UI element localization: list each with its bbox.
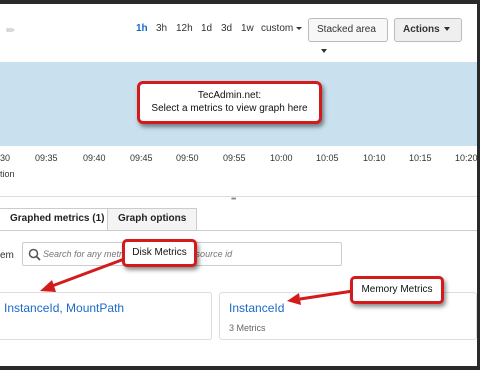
- time-axis: 30 09:35 09:40 09:45 09:50 09:55 10:00 1…: [0, 153, 478, 167]
- range-3h[interactable]: 3h: [156, 23, 167, 34]
- search-icon: [28, 248, 41, 261]
- time-tick: 09:50: [176, 153, 199, 163]
- actions-label: Actions: [403, 24, 440, 35]
- time-tick: 10:15: [409, 153, 432, 163]
- annotation-callout-memory: Memory Metrics: [350, 276, 444, 304]
- range-12h[interactable]: 12h: [176, 23, 193, 34]
- graph-type-dropdown[interactable]: Stacked area: [308, 18, 388, 54]
- window-frame-bottom: [0, 366, 480, 370]
- time-tick: 09:35: [35, 153, 58, 163]
- annotation-line-2: Select a metrics to view graph here: [151, 103, 308, 114]
- range-custom-label: custom: [261, 23, 294, 34]
- time-tick: 10:20: [455, 153, 478, 163]
- time-tick: 30: [0, 153, 11, 163]
- annotation-callout-disk: Disk Metrics: [122, 239, 197, 267]
- range-custom[interactable]: custom: [261, 23, 303, 34]
- resize-handle-icon[interactable]: •••: [231, 196, 236, 203]
- annotation-line-1: TecAdmin.net:: [197, 90, 262, 101]
- annotation-callout-graph: TecAdmin.net: Select a metrics to view g…: [137, 81, 322, 124]
- window-frame-top: [0, 0, 480, 4]
- pencil-icon[interactable]: ✏: [6, 24, 15, 37]
- search-label: em: [0, 250, 14, 261]
- range-1w[interactable]: 1w: [241, 23, 254, 34]
- card-title-disk[interactable]: InstanceId, MountPath: [4, 301, 124, 315]
- chevron-down-icon: [443, 27, 450, 32]
- range-1d[interactable]: 1d: [201, 23, 212, 34]
- axis-footer-label: tion: [0, 169, 15, 179]
- range-3d[interactable]: 3d: [221, 23, 232, 34]
- chevron-down-icon: [321, 49, 327, 54]
- tabs-divider: [0, 230, 477, 231]
- card-title-memory[interactable]: InstanceId: [229, 301, 284, 315]
- time-tick: 09:45: [130, 153, 153, 163]
- chevron-down-icon: [296, 26, 303, 30]
- tab-graph-options[interactable]: Graph options: [107, 208, 198, 230]
- time-tick: 10:05: [316, 153, 339, 163]
- actions-button[interactable]: Actions: [394, 18, 462, 42]
- time-tick: 09:55: [223, 153, 246, 163]
- card-metric-count: 3 Metrics: [229, 323, 266, 333]
- tab-graphed-metrics[interactable]: Graphed metrics (1): [0, 208, 116, 230]
- time-tick: 10:10: [363, 153, 386, 163]
- divider: [0, 196, 477, 197]
- arrow-disk-head: [40, 280, 56, 292]
- metric-card-disk[interactable]: InstanceId, MountPath: [0, 292, 212, 340]
- range-1h[interactable]: 1h: [136, 23, 148, 34]
- time-tick: 10:00: [270, 153, 293, 163]
- graph-type-label: Stacked area: [317, 24, 376, 35]
- time-tick: 09:40: [83, 153, 106, 163]
